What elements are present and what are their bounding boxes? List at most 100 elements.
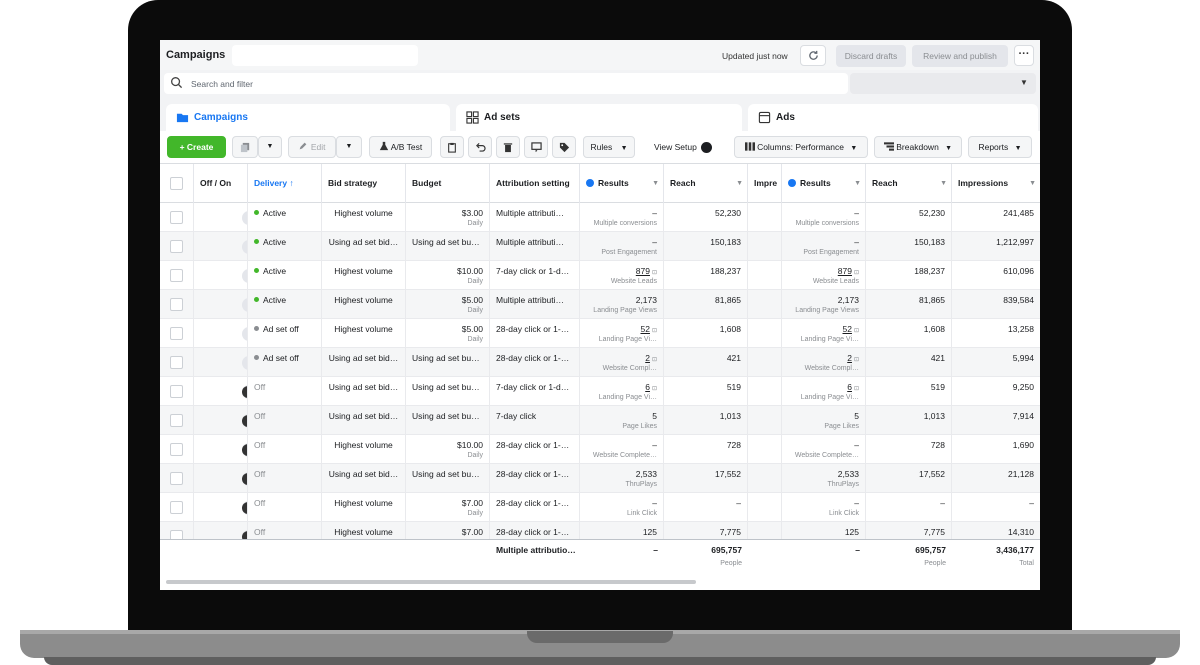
budget-cell: $10.00 Daily [406, 261, 490, 290]
row-checkbox[interactable] [170, 414, 183, 427]
clipboard-icon [448, 142, 456, 153]
edit-button[interactable]: Edit [288, 136, 336, 158]
table-row[interactable]: Active Highest volume $10.00 Daily 7-day cli… [160, 261, 1040, 290]
budget-value: Using ad set bu… [412, 411, 480, 421]
tab-ad-sets[interactable]: Ad sets [456, 104, 742, 131]
header-bid-strategy[interactable]: Bid strategy [322, 164, 406, 203]
results-value[interactable]: 52 [843, 324, 852, 334]
bid-strategy-cell: Using ad set bid… [322, 377, 406, 406]
impressions-cell: 13,258 [952, 319, 1040, 348]
row-checkbox[interactable] [170, 443, 183, 456]
table-row[interactable]: Ad set off Highest volume $5.00 Daily 28-day… [160, 319, 1040, 348]
header-off-on[interactable]: Off / On [194, 164, 248, 203]
header-select-all [160, 164, 194, 203]
delivery-status: Active [263, 266, 287, 276]
tab-campaigns[interactable]: Campaigns [166, 104, 450, 131]
row-checkbox[interactable] [170, 327, 183, 340]
delete-button[interactable] [496, 136, 520, 158]
results-value[interactable]: 2 [645, 353, 650, 363]
budget-sub: Daily [467, 452, 483, 459]
refresh-button[interactable] [800, 45, 826, 66]
row-select-cell [160, 319, 194, 348]
reports-dropdown[interactable]: Reports ▼ [968, 136, 1032, 158]
impressions-value: 839,584 [1003, 295, 1034, 305]
reach-cell-2: 519 [866, 377, 952, 406]
chevron-down-icon[interactable]: ▼ [1020, 78, 1028, 87]
attribution-value: 7-day click or 1-d… [496, 266, 570, 276]
header-budget[interactable]: Budget [406, 164, 490, 203]
bid-strategy-cell: Using ad set bid… [322, 348, 406, 377]
undo-button[interactable] [468, 136, 492, 158]
row-checkbox[interactable] [170, 501, 183, 514]
horizontal-scrollbar[interactable] [166, 580, 696, 584]
row-checkbox[interactable] [170, 269, 183, 282]
total-impressions-sub: Total [1019, 560, 1034, 567]
columns-dropdown[interactable]: Columns: Performance ▼ [734, 136, 868, 158]
tag-button[interactable] [552, 136, 576, 158]
select-all-checkbox[interactable] [170, 177, 183, 190]
review-publish-button[interactable]: Review and publish [912, 45, 1008, 67]
header-results-2[interactable]: Results ▼ [782, 164, 866, 203]
header-reach-2[interactable]: Reach ▼ [866, 164, 952, 203]
reach-value: 1,013 [719, 411, 741, 421]
view-setup-toggle[interactable]: View Setup [654, 142, 712, 154]
results-type: Post Engagement [803, 249, 859, 256]
search-input[interactable]: Search and filter [191, 79, 253, 89]
delivery-status: Active [263, 208, 287, 218]
search-bar[interactable]: Search and filter [164, 73, 848, 94]
row-checkbox[interactable] [170, 240, 183, 253]
preview-button[interactable] [524, 136, 548, 158]
results-value[interactable]: 2 [847, 353, 852, 363]
row-toggle-cell [194, 232, 248, 261]
table-row[interactable]: Off Highest volume $7.00 Daily 28-day click … [160, 493, 1040, 522]
more-options-button[interactable]: ··· [1014, 45, 1034, 66]
header-results[interactable]: Results ▼ [580, 164, 664, 203]
table-row[interactable]: Off Using ad set bid… Using ad set bu… 7-da… [160, 406, 1040, 435]
clipboard-button[interactable] [440, 136, 464, 158]
impressions-partial-cell [748, 348, 782, 377]
campaign-name-field[interactable] [232, 45, 418, 66]
results-value[interactable]: 6 [645, 382, 650, 392]
edit-menu-button[interactable]: ▼ [336, 136, 362, 158]
table-row[interactable]: Active Highest volume $5.00 Daily Multiple a… [160, 290, 1040, 319]
duplicate-button[interactable] [232, 136, 258, 158]
reach-cell-2: 1,013 [866, 406, 952, 435]
table-row[interactable]: Off Highest volume $10.00 Daily 28-day click… [160, 435, 1040, 464]
info-mark-icon: ⊡ [651, 386, 657, 392]
status-dot-icon [254, 239, 259, 244]
header-attribution[interactable]: Attribution setting [490, 164, 580, 203]
create-button[interactable]: + Create [167, 136, 226, 158]
results-value[interactable]: 879 [838, 266, 852, 276]
ab-test-button[interactable]: A/B Test [369, 136, 432, 158]
results-value[interactable]: 6 [847, 382, 852, 392]
table-row[interactable]: Active Using ad set bid… Using ad set bu… M… [160, 232, 1040, 261]
table-row[interactable]: Ad set off Using ad set bid… Using ad set … [160, 348, 1040, 377]
row-checkbox[interactable] [170, 385, 183, 398]
table-row[interactable]: Off Using ad set bid… Using ad set bu… 7-da… [160, 377, 1040, 406]
info-icon [586, 179, 594, 187]
breakdown-dropdown[interactable]: Breakdown ▼ [874, 136, 962, 158]
table-row[interactable]: Active Highest volume $3.00 Daily Multiple a… [160, 203, 1040, 232]
header-impressions[interactable]: Impressions ▼ [952, 164, 1040, 203]
results-value[interactable]: 879 [636, 266, 650, 276]
row-checkbox[interactable] [170, 472, 183, 485]
row-select-cell [160, 348, 194, 377]
rules-dropdown[interactable]: Rules ▼ [583, 136, 635, 158]
header-delivery[interactable]: Delivery ↑ [248, 164, 322, 203]
duplicate-menu-button[interactable]: ▼ [258, 136, 282, 158]
impressions-cell: – [952, 493, 1040, 522]
reach-cell-2: 188,237 [866, 261, 952, 290]
results-value[interactable]: 52 [641, 324, 650, 334]
row-checkbox[interactable] [170, 211, 183, 224]
row-checkbox[interactable] [170, 356, 183, 369]
bid-strategy-cell: Using ad set bid… [322, 406, 406, 435]
header-impressions-partial[interactable]: Impre [748, 164, 782, 203]
budget-value: $3.00 [461, 208, 483, 218]
budget-value: $7.00 [461, 527, 483, 537]
tab-ads[interactable]: Ads [748, 104, 1038, 131]
table-row[interactable]: Off Using ad set bid… Using ad set bu… 28-d… [160, 464, 1040, 493]
row-checkbox[interactable] [170, 298, 183, 311]
header-reach[interactable]: Reach ▼ [664, 164, 748, 203]
date-range-selector[interactable] [850, 73, 1036, 94]
discard-drafts-button[interactable]: Discard drafts [836, 45, 906, 67]
